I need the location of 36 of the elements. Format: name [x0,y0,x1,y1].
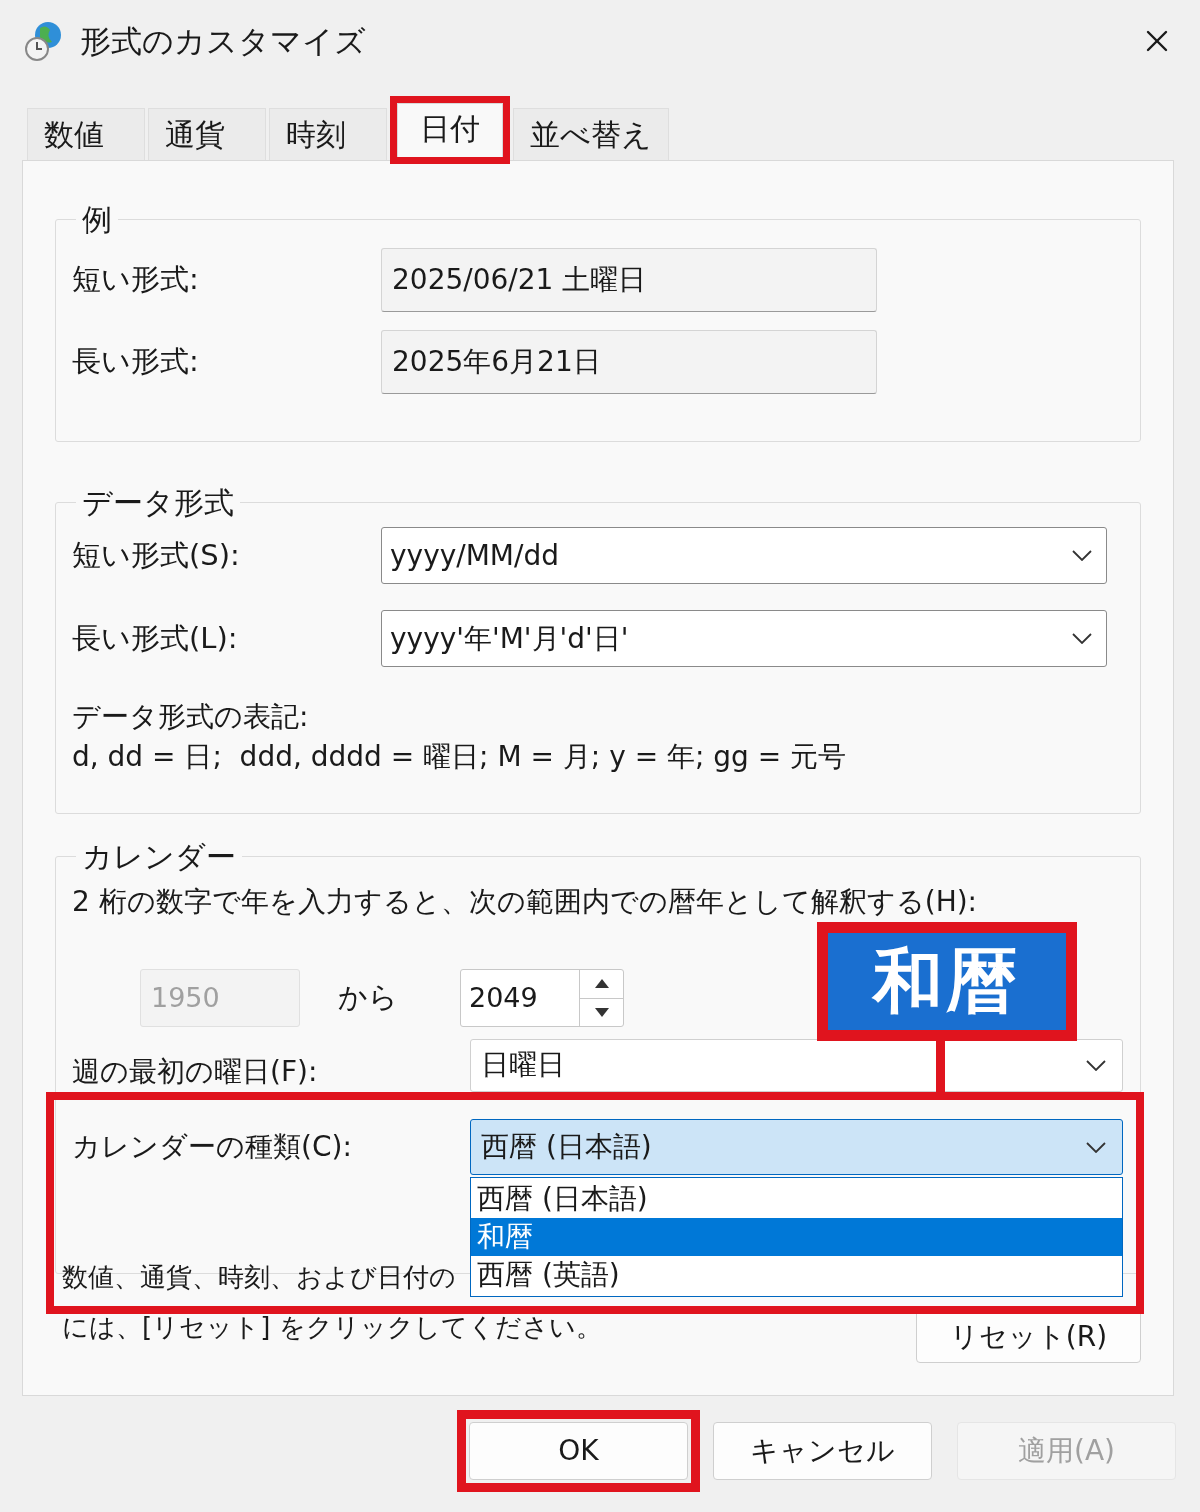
calendar-type-combo-box[interactable]: 西暦 (日本語) [470,1119,1123,1175]
chevron-down-icon [1086,1141,1106,1153]
callout-label: 和暦 [817,922,1077,1041]
tab[interactable]: 時刻 [269,108,387,160]
window-title: 形式のカスタマイズ [80,21,366,61]
tab[interactable]: 日付 [397,103,503,157]
field-label: カレンダーの種類(C): [72,1129,353,1165]
two-digit-year-label: 2 桁の数字で年を入力すると、次の範囲内での暦年として解釈する(H): [72,884,979,920]
reset-note: には、[リセット] をクリックしてください。 [62,1311,602,1344]
tab[interactable]: 数値 [27,108,145,160]
field-label: 週の最初の曜日(F): [72,1054,319,1090]
field-label: 短い形式: [72,261,200,299]
format-combo-box[interactable]: yyyy'年'M'月'd'日' [381,610,1107,667]
notation-text: d, dd = 日; ddd, dddd = 曜日; M = 月; y = 年; gg = 元号 [72,739,848,775]
dialog-button[interactable]: OK [469,1422,688,1480]
range-separator: から [338,979,398,1017]
tab[interactable]: 並べ替え [513,108,669,160]
group-legend: 例 [76,197,118,242]
group-legend: カレンダー [76,834,242,879]
tab[interactable]: 通貨 [148,108,266,160]
first-day-combo-box[interactable]: 日曜日 [470,1038,1123,1092]
field-label: 短い形式(S): [72,536,241,574]
preview-field: 2025年6月21日 [381,330,877,394]
field-label: 長い形式(L): [72,619,239,657]
notation-title: データ形式の表記: [72,699,310,735]
globe-clock-icon [24,20,64,62]
dialog-button[interactable]: キャンセル [713,1422,932,1480]
field-label: 長い形式: [72,343,200,381]
chevron-down-icon [1086,1059,1106,1071]
chevron-down-icon [1072,633,1092,644]
chevron-down-icon [1072,550,1092,561]
reset-note: 数値、通貨、時刻、および日付の [62,1261,456,1294]
preview-field: 2025/06/21 土曜日 [381,248,877,312]
dropdown-option[interactable]: 和暦 [471,1218,1122,1256]
format-combo-box[interactable]: yyyy/MM/dd [381,527,1107,584]
group-legend: データ形式 [76,480,240,525]
